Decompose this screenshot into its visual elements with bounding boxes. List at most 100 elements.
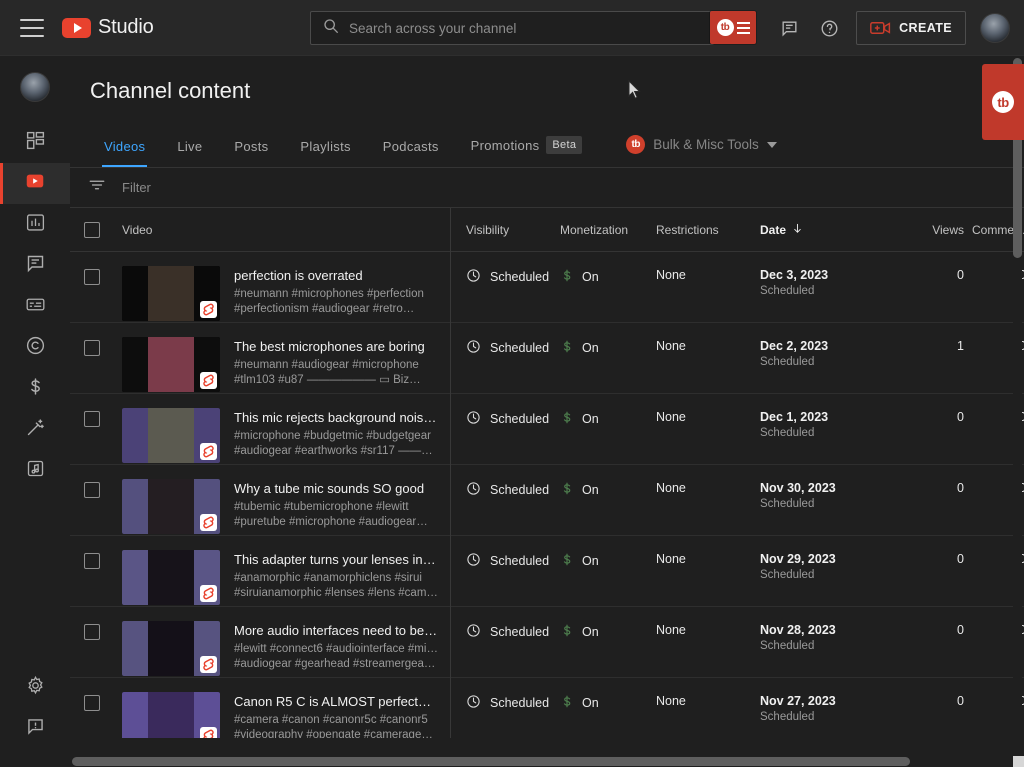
row-checkbox[interactable] [84,553,100,569]
row-checkbox[interactable] [84,340,100,356]
thumbnail-strip [148,692,194,738]
sidebar-item-earn[interactable] [0,368,70,409]
bulk-misc-tools-dropdown[interactable]: tb Bulk & Misc Tools [626,135,777,167]
video-thumbnail[interactable] [122,550,220,605]
filter-input[interactable]: Filter [122,180,151,195]
visibility-cell[interactable]: Scheduled [450,266,554,286]
table-row[interactable]: perfection is overrated #neumann #microph… [70,252,1024,323]
header-video[interactable]: Video [114,223,450,237]
create-button-label: CREATE [899,21,952,35]
search-bar[interactable] [310,11,714,45]
account-avatar[interactable] [980,13,1010,43]
visibility-cell[interactable]: Scheduled [450,479,554,499]
horizontal-scrollbar[interactable] [70,756,1015,767]
video-title[interactable]: Canon R5 C is ALMOST perfect… but i… [234,693,439,710]
video-description: #neumann #audiogear #microphone #tlm103 #… [234,358,439,388]
table-row[interactable]: The best microphones are boring #neumann … [70,323,1024,394]
horizontal-scrollbar-thumb[interactable] [72,757,910,766]
tab-posts[interactable]: Posts [218,139,284,167]
visibility-cell[interactable]: Scheduled [450,621,554,641]
row-checkbox[interactable] [84,482,100,498]
restrictions-cell: None [654,621,758,637]
video-thumbnail[interactable] [122,692,220,738]
tubebuddy-search-button[interactable]: tb [710,11,756,44]
row-checkbox[interactable] [84,411,100,427]
video-title[interactable]: This mic rejects background noise like… [234,409,439,426]
video-description-line-2: #puretube #microphone #audiogear… [234,516,428,528]
visibility-cell[interactable]: Scheduled [450,408,554,428]
date-cell: Dec 3, 2023 Scheduled [758,266,892,297]
video-title[interactable]: perfection is overrated [234,267,439,284]
help-icon[interactable] [816,15,842,41]
clock-icon [466,481,481,499]
video-title[interactable]: Why a tube mic sounds SO good [234,480,439,497]
monetization-label: On [582,412,599,426]
monetization-cell[interactable]: On [554,692,654,712]
sidebar-item-comments[interactable] [0,245,70,286]
visibility-cell[interactable]: Scheduled [450,337,554,357]
select-all-checkbox[interactable] [84,221,100,238]
row-checkbox[interactable] [84,695,100,711]
filter-icon[interactable] [88,176,106,199]
row-checkbox[interactable] [84,624,100,640]
row-checkbox[interactable] [84,269,100,285]
tab-podcasts[interactable]: Podcasts [367,139,455,167]
video-thumbnail[interactable] [122,266,220,321]
table-row[interactable]: This adapter turns your lenses into M… #a… [70,536,1024,607]
sidebar-item-send-feedback[interactable] [0,708,70,749]
tab-videos[interactable]: Videos [88,139,161,167]
tubebuddy-floating-widget[interactable]: tb [982,64,1024,140]
sidebar-item-content[interactable] [0,163,70,204]
video-thumbnail[interactable] [122,479,220,534]
views-value: 0 [957,623,964,637]
feedback-comment-icon[interactable] [776,15,802,41]
video-cell: This mic rejects background noise like… #… [114,408,450,463]
sidebar-item-copyright[interactable] [0,327,70,368]
sidebar-bottom-group [0,667,70,767]
video-title[interactable]: This adapter turns your lenses into M… [234,551,439,568]
video-thumbnail[interactable] [122,408,220,463]
hamburger-menu-icon[interactable] [20,18,44,37]
studio-logo[interactable]: Studio [62,16,154,39]
monetization-cell[interactable]: On [554,337,654,357]
visibility-cell[interactable]: Scheduled [450,550,554,570]
header-visibility[interactable]: Visibility [450,223,554,237]
visibility-label: Scheduled [490,554,550,568]
visibility-cell[interactable]: Scheduled [450,692,554,712]
sidebar-item-subtitles[interactable] [0,286,70,327]
header-views[interactable]: Views [892,223,964,237]
tab-playlists[interactable]: Playlists [284,139,366,167]
table-row[interactable]: This mic rejects background noise like… #… [70,394,1024,465]
date-value: Dec 2, 2023 [760,339,829,353]
monetization-cell[interactable]: On [554,266,654,286]
sidebar-item-settings[interactable] [0,667,70,708]
table-row[interactable]: Why a tube mic sounds SO good #tubemic #t… [70,465,1024,536]
sidebar-item-dashboard[interactable] [0,122,70,163]
video-thumbnail[interactable] [122,621,220,676]
tab-live[interactable]: Live [161,139,218,167]
monetization-cell[interactable]: On [554,479,654,499]
table-header-row: Video Visibility Monetization Restrictio… [70,208,1024,252]
monetization-cell[interactable]: On [554,550,654,570]
channel-avatar[interactable] [20,72,50,102]
sidebar-item-customization[interactable] [0,409,70,450]
table-row[interactable]: More audio interfaces need to be like t…… [70,607,1024,678]
monetization-label: On [582,270,599,284]
header-monetization[interactable]: Monetization [554,223,654,237]
table-row[interactable]: Canon R5 C is ALMOST perfect… but i… #cam… [70,678,1024,738]
video-title[interactable]: The best microphones are boring [234,338,439,355]
sidebar-item-analytics[interactable] [0,204,70,245]
create-button[interactable]: CREATE [856,11,966,45]
table-body: perfection is overrated #neumann #microph… [70,252,1024,738]
sidebar-item-audio-library[interactable] [0,450,70,491]
monetization-cell[interactable]: On [554,408,654,428]
vertical-scrollbar[interactable] [1013,58,1022,758]
views-value: 0 [957,481,964,495]
video-title[interactable]: More audio interfaces need to be like t… [234,622,439,639]
monetization-cell[interactable]: On [554,621,654,641]
header-restrictions[interactable]: Restrictions [654,223,758,237]
header-date[interactable]: Date [758,223,892,237]
video-thumbnail[interactable] [122,337,220,392]
search-input[interactable] [349,20,713,36]
tab-promotions[interactable]: Promotions Beta [455,136,599,167]
